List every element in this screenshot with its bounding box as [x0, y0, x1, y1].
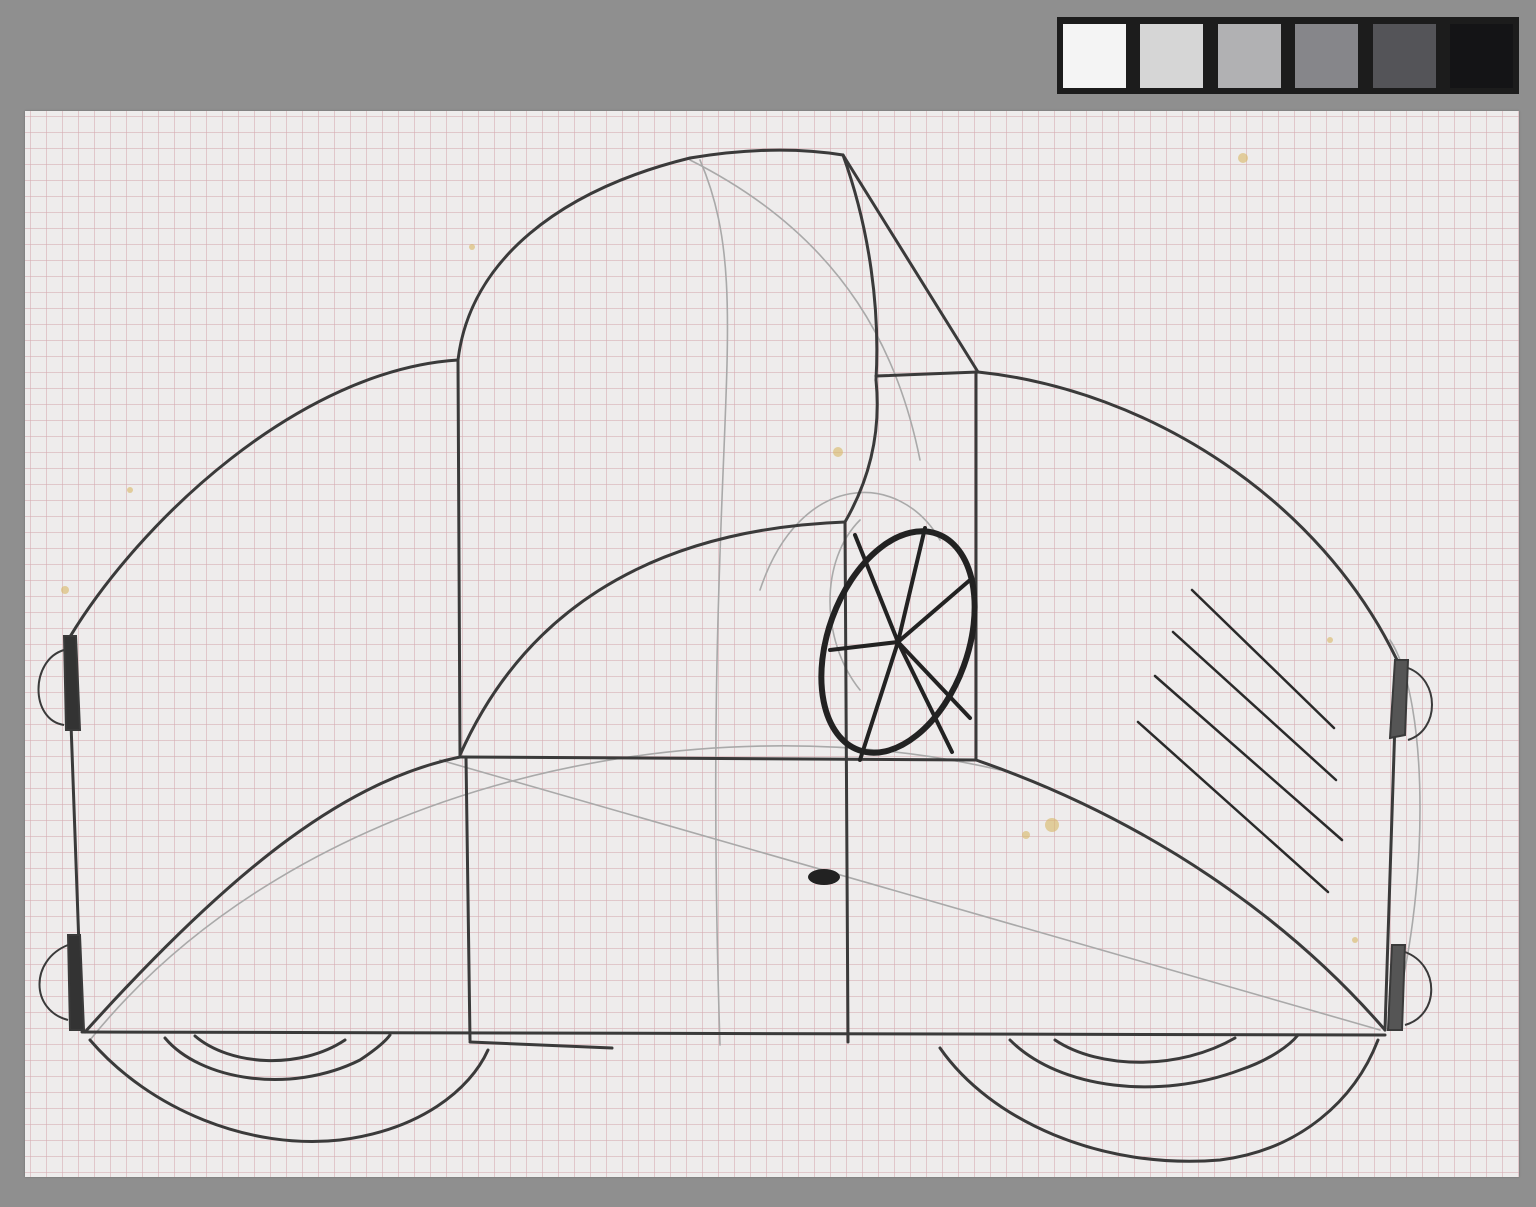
grille-hatch	[1136, 588, 1344, 894]
steering-wheel	[818, 526, 978, 762]
paper-stains	[61, 153, 1358, 943]
construction-lines	[89, 159, 1421, 1046]
bumpers	[37, 635, 1433, 1031]
car-sketch	[37, 148, 1433, 1163]
door-handle	[808, 869, 840, 885]
